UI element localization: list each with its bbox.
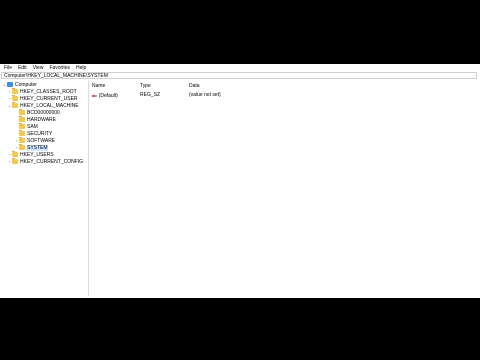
value-type: REG_SZ <box>140 92 161 98</box>
tree-label: SECURITY <box>27 130 53 137</box>
values-list: Name Type Data ab (Default) REG_SZ (value… <box>90 81 478 296</box>
column-header-type[interactable]: Type <box>140 83 151 90</box>
menu-edit[interactable]: Edit <box>18 64 27 72</box>
tree-label: HKEY_USERS <box>20 151 54 158</box>
value-name: (Default) <box>98 93 118 99</box>
tree-node-bcd00000000[interactable]: BCD00000000 <box>14 109 60 116</box>
column-header-name[interactable]: Name <box>92 83 105 90</box>
address-bar[interactable]: Computer\HKEY_LOCAL_MACHINE\SYSTEM <box>1 72 477 79</box>
computer-icon <box>7 82 13 87</box>
tree-node-computer[interactable]: ⌄ Computer <box>2 81 37 88</box>
menu-file[interactable]: File <box>4 64 12 72</box>
folder-open-icon <box>12 102 18 108</box>
folder-icon <box>12 88 18 94</box>
folder-icon <box>19 137 25 143</box>
tree-node-hkey-current-config[interactable]: › HKEY_CURRENT_CONFIG <box>7 158 83 165</box>
tree-label: HKEY_CURRENT_USER <box>20 95 78 102</box>
tree-label: SOFTWARE <box>27 137 56 144</box>
tree-node-system[interactable]: › SYSTEM <box>14 144 48 151</box>
menu-favorites[interactable]: Favorites <box>49 64 70 72</box>
tree-node-hkey-classes-root[interactable]: › HKEY_CLASSES_ROOT <box>7 88 77 95</box>
registry-editor-window: File Edit View Favorites Help Computer\H… <box>0 64 480 298</box>
menu-help[interactable]: Help <box>76 64 86 72</box>
folder-icon <box>19 130 25 136</box>
value-row[interactable]: ab (Default) <box>92 92 118 99</box>
tree-label: HKEY_LOCAL_MACHINE <box>20 102 79 109</box>
value-data: (value not set) <box>189 92 221 98</box>
string-value-icon: ab <box>92 93 97 98</box>
tree-label: SAM <box>27 123 38 130</box>
tree-node-hkey-users[interactable]: › HKEY_USERS <box>7 151 54 158</box>
tree-label: SYSTEM <box>27 144 48 151</box>
tree-label: Computer <box>15 81 37 88</box>
tree-node-hkey-local-machine[interactable]: ⌄ HKEY_LOCAL_MACHINE <box>7 102 79 109</box>
folder-icon <box>19 116 25 122</box>
folder-icon <box>12 158 18 164</box>
folder-icon <box>19 123 25 129</box>
folder-icon <box>19 109 25 115</box>
tree-label: HKEY_CURRENT_CONFIG <box>20 158 84 165</box>
menu-bar: File Edit View Favorites Help <box>0 64 480 72</box>
folder-icon <box>12 151 18 157</box>
tree-node-hardware[interactable]: HARDWARE <box>14 116 56 123</box>
tree-node-software[interactable]: › SOFTWARE <box>14 137 55 144</box>
tree-label: BCD00000000 <box>27 109 60 116</box>
tree-label: HKEY_CLASSES_ROOT <box>20 88 77 95</box>
tree-node-security[interactable]: SECURITY <box>14 130 52 137</box>
column-header-data[interactable]: Data <box>189 83 200 90</box>
folder-icon <box>12 95 18 101</box>
tree-label: HARDWARE <box>27 116 56 123</box>
registry-tree: ⌄ Computer › HKEY_CLASSES_ROOT › HKEY_CU… <box>0 81 89 296</box>
tree-node-hkey-current-user[interactable]: › HKEY_CURRENT_USER <box>7 95 78 102</box>
menu-view[interactable]: View <box>33 64 44 72</box>
tree-node-sam[interactable]: SAM <box>14 123 38 130</box>
folder-icon <box>19 144 25 150</box>
